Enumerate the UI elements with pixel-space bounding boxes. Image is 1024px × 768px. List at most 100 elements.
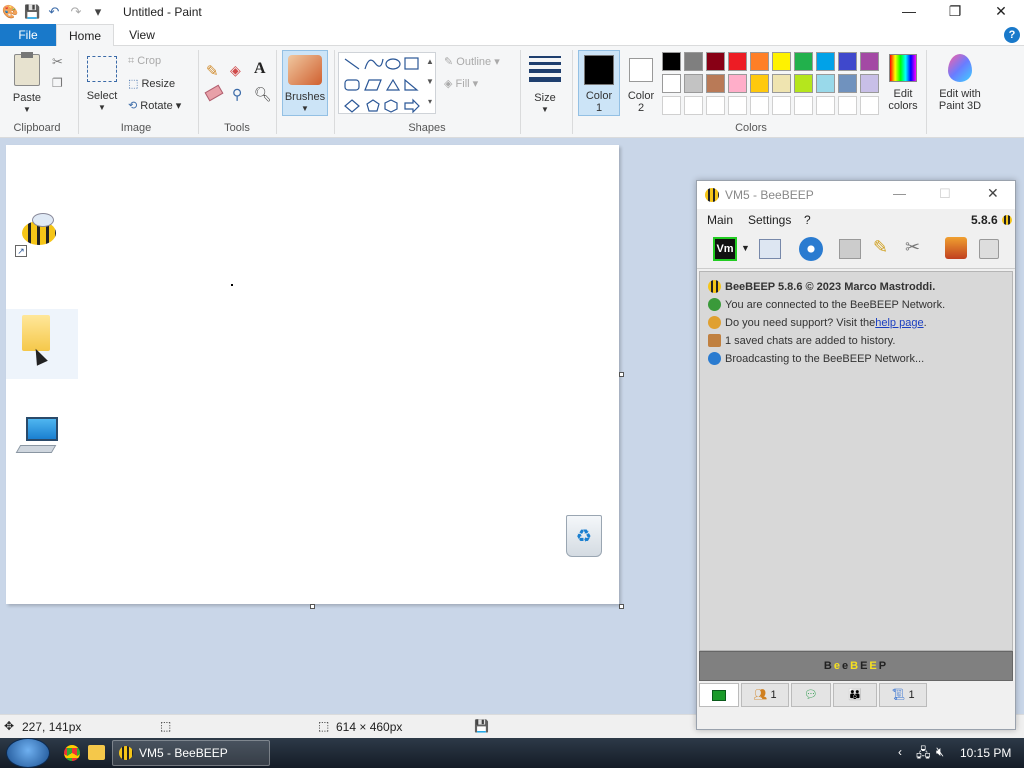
menu-main[interactable]: Main — [707, 213, 733, 227]
clock[interactable]: 10:15 PM — [960, 746, 1011, 760]
color-swatch[interactable] — [706, 74, 725, 93]
resize-button[interactable]: ⬚ Resize — [128, 77, 175, 90]
custom-color-swatch[interactable] — [684, 96, 703, 115]
tab-groups[interactable]: 👪︎ — [833, 683, 877, 707]
text-icon[interactable]: A — [254, 60, 266, 78]
color-swatch[interactable] — [706, 52, 725, 71]
edit-paint3d-button[interactable]: Edit with Paint 3D — [932, 50, 988, 116]
resize-handle-right[interactable] — [619, 372, 624, 377]
color-swatch[interactable] — [794, 74, 813, 93]
folder-icon[interactable] — [22, 315, 50, 351]
chrome-icon[interactable] — [64, 745, 80, 761]
size-button[interactable]: Size ▼ — [526, 50, 564, 116]
status-vm-button[interactable]: Vm — [713, 237, 737, 261]
eraser-icon[interactable] — [204, 84, 224, 102]
color1-button[interactable]: Color 1 — [578, 50, 620, 116]
download-icon[interactable] — [945, 237, 967, 259]
custom-color-swatch[interactable] — [794, 96, 813, 115]
cut-icon[interactable]: ✂ — [52, 54, 63, 70]
network-icon[interactable]: 🖧 — [916, 744, 931, 766]
color-swatch[interactable] — [772, 52, 791, 71]
crop-button[interactable]: ⌗ Crop — [128, 55, 161, 68]
customize-qa-icon[interactable]: ▾ — [90, 4, 106, 20]
edit-profile-icon[interactable] — [759, 239, 781, 259]
menu-settings[interactable]: Settings — [748, 213, 791, 227]
color-swatch[interactable] — [860, 74, 879, 93]
trash-icon[interactable] — [979, 239, 999, 259]
fill-bucket-icon[interactable]: ◈ — [230, 62, 241, 79]
custom-color-swatch[interactable] — [662, 96, 681, 115]
custom-color-swatch[interactable] — [750, 96, 769, 115]
recycle-bin-icon[interactable]: ♻ — [566, 515, 602, 557]
color-swatch[interactable] — [750, 74, 769, 93]
pencil-icon[interactable]: ✎ — [206, 62, 219, 80]
volume-muted-icon[interactable]: 🔇︎ — [936, 744, 944, 760]
chevron-down-icon[interactable]: ▼ — [741, 243, 750, 253]
custom-color-swatch[interactable] — [728, 96, 747, 115]
shapes-gallery[interactable] — [338, 52, 436, 114]
color-swatch[interactable] — [684, 74, 703, 93]
beebeep-maximize-button[interactable]: ☐ — [939, 186, 951, 202]
close-button[interactable]: ✕ — [978, 0, 1024, 24]
color-swatch[interactable] — [794, 52, 813, 71]
resize-handle-bottom[interactable] — [310, 604, 315, 609]
maximize-button[interactable]: ❐ — [932, 0, 978, 24]
taskbar-app-beebeep[interactable]: VM5 - BeeBEEP — [112, 740, 270, 766]
color-swatch[interactable] — [860, 52, 879, 71]
paint-app-icon[interactable]: 🎨 — [2, 4, 18, 20]
tab-chat[interactable]: 💬︎ — [791, 683, 831, 707]
color-swatch[interactable] — [684, 52, 703, 71]
shapes-scroll[interactable]: ▲ ▼ ▾ — [424, 52, 436, 114]
help-page-link[interactable]: help page — [875, 317, 923, 329]
undo-icon[interactable]: ↶ — [46, 4, 62, 20]
start-button[interactable] — [6, 738, 50, 768]
home-icon[interactable] — [839, 239, 861, 259]
magnifier-icon[interactable]: 🔍︎ — [254, 86, 272, 103]
paste-button[interactable]: Paste ▼ — [6, 50, 48, 116]
tab-view[interactable]: View — [116, 24, 168, 46]
custom-color-swatch[interactable] — [772, 96, 791, 115]
color-swatch[interactable] — [816, 52, 835, 71]
color-swatch[interactable] — [662, 52, 681, 71]
minimize-button[interactable]: — — [886, 0, 932, 24]
color-swatch[interactable] — [838, 74, 857, 93]
redo-icon[interactable]: ↷ — [68, 4, 84, 20]
beebeep-minimize-button[interactable]: — — [893, 186, 906, 201]
beebeep-close-button[interactable]: ✕ — [987, 185, 999, 202]
edit-colors-button[interactable]: Edit colors — [884, 50, 922, 116]
custom-color-swatch[interactable] — [706, 96, 725, 115]
select-button[interactable]: Select ▼ — [84, 54, 120, 116]
custom-color-swatch[interactable] — [816, 96, 835, 115]
brushes-button[interactable]: Brushes ▼ — [282, 50, 328, 116]
color-swatch[interactable] — [750, 52, 769, 71]
tab-home[interactable] — [699, 683, 739, 707]
copy-icon[interactable]: ❐ — [52, 76, 63, 90]
menu-help[interactable]: ? — [804, 213, 811, 227]
color2-button[interactable]: Color 2 — [622, 50, 660, 116]
fill-button[interactable]: ◈ Fill ▾ — [444, 77, 478, 90]
tab-file[interactable]: File — [0, 24, 56, 46]
color-swatch[interactable] — [816, 74, 835, 93]
color-swatch[interactable] — [772, 74, 791, 93]
computer-icon[interactable] — [15, 417, 62, 457]
color-swatch[interactable] — [728, 52, 747, 71]
color-picker-icon[interactable]: ⚲ — [232, 86, 242, 103]
outline-button[interactable]: ✎ Outline ▾ — [444, 55, 500, 68]
tab-home[interactable]: Home — [56, 24, 114, 47]
tab-users[interactable]: 👥︎ 1 — [741, 683, 789, 707]
network-broadcast-icon[interactable] — [799, 237, 823, 261]
color-swatch[interactable] — [728, 74, 747, 93]
rotate-button[interactable]: ⟲ Rotate ▾ — [128, 99, 181, 112]
custom-color-swatch[interactable] — [860, 96, 879, 115]
color-swatch[interactable] — [838, 52, 857, 71]
tab-chats[interactable]: 📜︎ 1 — [879, 683, 927, 707]
save-icon[interactable]: 💾 — [24, 4, 40, 20]
pencil-icon[interactable]: ✎ — [873, 237, 888, 258]
resize-handle-corner[interactable] — [619, 604, 624, 609]
explorer-icon[interactable] — [88, 745, 105, 760]
tray-chevron-icon[interactable]: ‹ — [898, 745, 902, 759]
color-swatch[interactable] — [662, 74, 681, 93]
help-icon[interactable]: ? — [1004, 27, 1020, 43]
drawing-canvas[interactable]: ↗ ♻ — [6, 145, 619, 604]
tools-icon[interactable]: ✂ — [905, 237, 920, 258]
